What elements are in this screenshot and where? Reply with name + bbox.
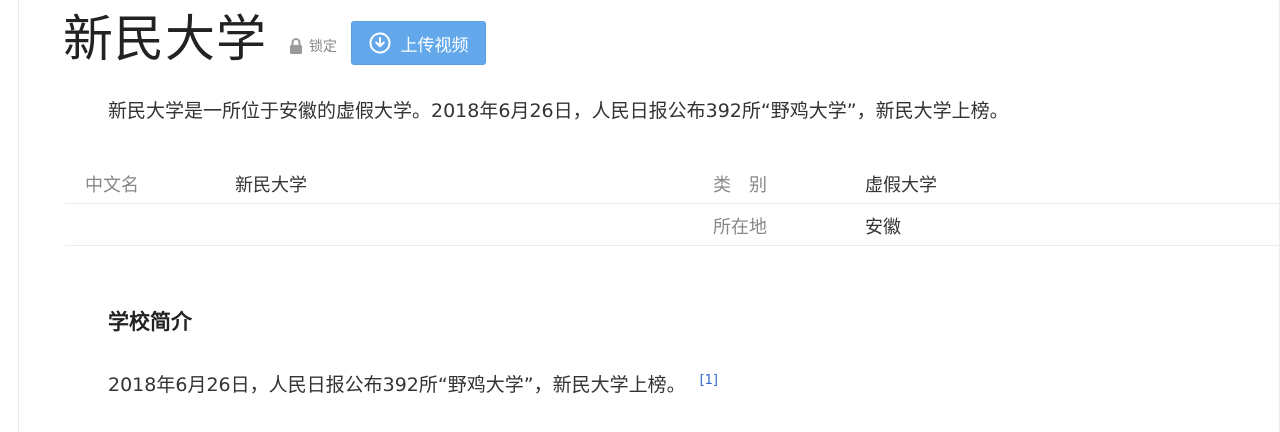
paragraph-text: 2018年6月26日，人民日报公布392所“野鸡大学”，新民大学上榜。: [108, 374, 686, 396]
left-divider: [18, 0, 19, 432]
title-row: 新民大学 锁定 上传视频: [63, 6, 486, 72]
reference-link[interactable]: [1]: [700, 373, 718, 388]
info-label: 中文名: [85, 175, 139, 196]
lemma-summary: 新民大学是一所位于安徽的虚假大学。2018年6月26日，人民日报公布392所“野…: [108, 100, 1009, 122]
lock-icon: [290, 38, 302, 54]
info-value: 虚假大学: [865, 175, 937, 196]
page-title: 新民大学: [63, 10, 267, 68]
section-title: 学校简介: [108, 310, 192, 334]
section-paragraph: 2018年6月26日，人民日报公布392所“野鸡大学”，新民大学上榜。 [1]: [108, 370, 718, 397]
basic-info-table: 中文名 新民大学 类 别 虚假大学 所在地 安徽: [65, 162, 1280, 246]
info-value: 安徽: [865, 217, 901, 238]
info-label: 类 别: [713, 175, 767, 196]
circle-arrow-down-icon: [369, 32, 390, 54]
lemma-page: 新民大学 锁定 上传视频 新民大学是一所位于安徽的虚假大学。2018年6月26日…: [0, 0, 1280, 432]
lock-label: 锁定: [309, 39, 337, 55]
upload-video-button[interactable]: 上传视频: [351, 21, 486, 65]
lock-status[interactable]: 锁定: [289, 36, 337, 56]
info-row: 所在地 安徽: [65, 204, 1280, 246]
info-row: 中文名 新民大学 类 别 虚假大学: [65, 162, 1280, 204]
info-value: 新民大学: [235, 175, 307, 196]
upload-video-label: 上传视频: [400, 35, 469, 56]
info-label: 所在地: [713, 217, 767, 238]
